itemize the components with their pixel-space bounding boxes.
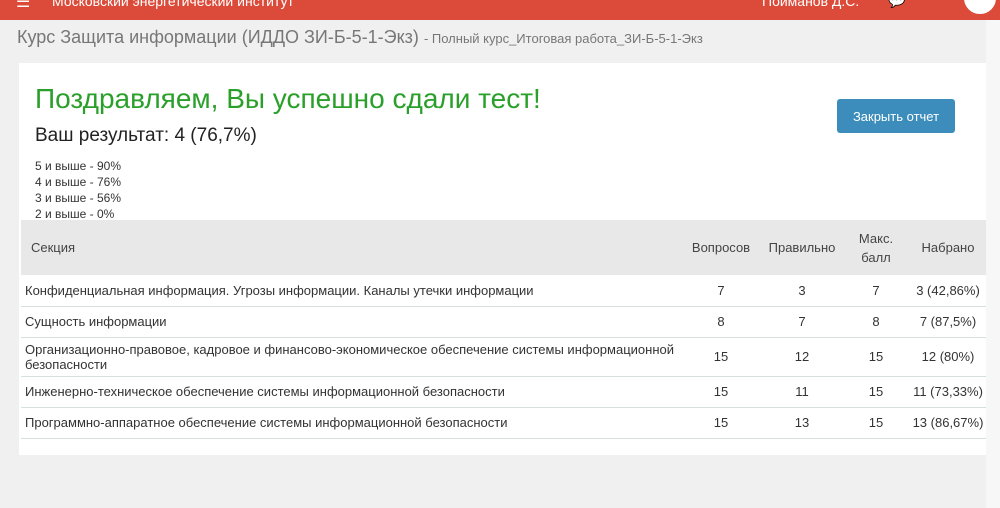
section-name: Организационно-правовое, кадровое и фина… (21, 337, 681, 377)
close-report-button[interactable]: Закрыть отчет (837, 99, 955, 133)
questions: 8 (681, 306, 761, 338)
scored: 7 (87,5%) (909, 306, 987, 338)
section-name: Инженерно-техническое обеспечение систем… (21, 376, 681, 408)
table-row: Организационно-правовое, кадровое и фина… (21, 337, 987, 377)
col-correct: Правильно (768, 240, 836, 255)
col-max: Макс. балл (858, 230, 894, 265)
scored: 3 (42,86%) (909, 275, 987, 307)
org-name[interactable]: Московский энергетический институт (52, 0, 294, 9)
grade-5: 5 и выше - 90% (35, 159, 122, 173)
report-card: Поздравляем, Вы успешно сдали тест! Ваш … (19, 63, 987, 455)
avatar[interactable] (962, 0, 998, 16)
col-questions: Вопросов (691, 240, 751, 255)
table-row: Программно-аппаратное обеспечение систем… (21, 407, 987, 439)
scrollbar[interactable] (986, 20, 1000, 508)
questions: 15 (681, 337, 761, 377)
user-name[interactable]: Поиманов Д.С. (762, 0, 859, 9)
results-table: Секция Вопросов Правильно Макс. балл Наб… (21, 220, 987, 439)
correct: 3 (761, 275, 843, 307)
table-row: Сущность информации 8 7 8 7 (87,5%) (21, 306, 987, 338)
col-scored: Набрано (921, 240, 975, 255)
questions: 7 (681, 275, 761, 307)
correct: 12 (761, 337, 843, 377)
score: Ваш результат: 4 (76,7%) (35, 125, 257, 146)
course-title: Курс Защита информации (ИДДО ЗИ-Б-5-1-Эк… (17, 27, 419, 47)
grade-thresholds: 5 и выше - 90% 4 и выше - 76% 3 и выше -… (35, 158, 121, 222)
test-title: - Полный курс_Итоговая работа_ЗИ-Б-5-1-Э… (423, 31, 703, 46)
max-score: 15 (843, 376, 909, 408)
max-score: 8 (843, 306, 909, 338)
grade-3: 3 и выше - 56% (35, 191, 122, 205)
section-name: Программно-аппаратное обеспечение систем… (21, 407, 681, 439)
top-navbar: ☰ Московский энергетический институт Пои… (0, 0, 1000, 20)
max-score: 7 (843, 275, 909, 307)
questions: 15 (681, 376, 761, 408)
correct: 7 (761, 306, 843, 338)
section-name: Сущность информации (21, 306, 681, 338)
breadcrumb: Курс Защита информации (ИДДО ЗИ-Б-5-1-Эк… (17, 27, 703, 48)
scored: 13 (86,67%) (909, 407, 987, 439)
correct: 13 (761, 407, 843, 439)
max-score: 15 (843, 337, 909, 377)
success-title: Поздравляем, Вы успешно сдали тест! (35, 83, 541, 114)
col-section: Секция (31, 240, 76, 255)
section-name: Конфиденциальная информация. Угрозы инфо… (21, 275, 681, 307)
chat-icon[interactable]: 💬 (888, 0, 905, 9)
scored: 12 (80%) (909, 337, 987, 377)
scored: 11 (73,33%) (909, 376, 987, 408)
hamburger-icon[interactable]: ☰ (16, 0, 30, 12)
table-row: Инженерно-техническое обеспечение систем… (21, 376, 987, 408)
table-row: Конфиденциальная информация. Угрозы инфо… (21, 275, 987, 307)
max-score: 15 (843, 407, 909, 439)
questions: 15 (681, 407, 761, 439)
grade-4: 4 и выше - 76% (35, 175, 122, 189)
correct: 11 (761, 376, 843, 408)
